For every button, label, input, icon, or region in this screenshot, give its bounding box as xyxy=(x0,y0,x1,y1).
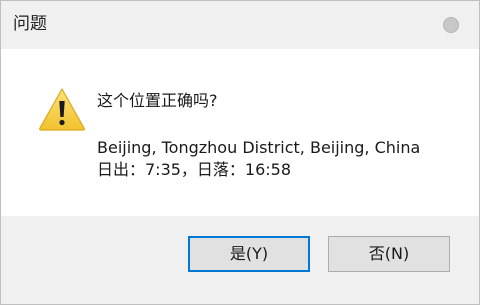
yes-button[interactable]: 是(Y) xyxy=(188,236,310,272)
question-dialog: 问题 这个位置正确吗? Beijing, Tongzhou District, … xyxy=(0,0,480,305)
location-text: Beijing, Tongzhou District, Beijing, Chi… xyxy=(97,138,421,157)
dialog-content: 这个位置正确吗? Beijing, Tongzhou District, Bei… xyxy=(1,49,479,216)
question-text: 这个位置正确吗? xyxy=(97,91,218,110)
location-details: Beijing, Tongzhou District, Beijing, Chi… xyxy=(97,137,420,181)
button-bar: 是(Y) 否(N) xyxy=(1,216,479,304)
warning-icon xyxy=(39,88,85,131)
sun-times-text: 日出：7:35，日落：16:58 xyxy=(97,160,292,179)
close-icon[interactable] xyxy=(443,17,459,33)
title-bar[interactable]: 问题 xyxy=(1,1,479,49)
no-button[interactable]: 否(N) xyxy=(328,236,450,272)
dialog-title: 问题 xyxy=(13,14,47,34)
